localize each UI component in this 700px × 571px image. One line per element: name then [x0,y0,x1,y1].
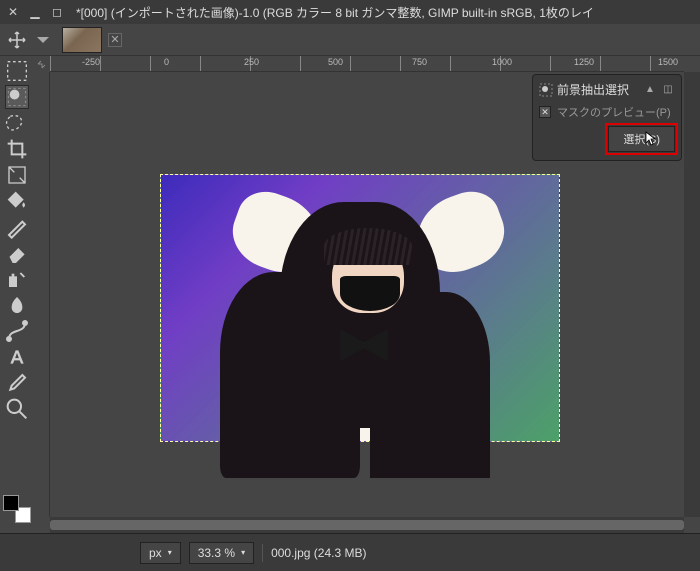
smudge-tool-icon[interactable] [5,293,29,317]
foreground-select-dialog: 前景抽出選択 ▲ ◫ ✕ マスクのプレビュー(P) 選択(S) [532,74,682,161]
move-tool-icon[interactable] [6,29,28,51]
color-picker-tool-icon[interactable] [5,371,29,395]
zoom-selector[interactable]: 33.3 % ▾ [189,542,254,564]
toolbox [0,56,34,533]
scrollbar-horizontal[interactable] [50,517,684,533]
dialog-collapse-icon[interactable]: ▲ [643,83,657,97]
eraser-tool-icon[interactable] [5,241,29,265]
rectangle-select-tool-icon[interactable] [5,59,29,83]
unit-selector[interactable]: px ▾ [140,542,181,564]
free-select-tool-icon[interactable] [5,111,29,135]
dialog-detach-icon[interactable]: ◫ [661,83,675,97]
close-tab-icon[interactable]: ✕ [108,33,122,47]
tab-bar: ✕ [0,24,700,56]
maximize-icon[interactable]: ◻ [50,5,64,19]
foreground-select-icon [539,83,553,97]
image-tab[interactable] [62,27,102,53]
chevron-down-icon: ▾ [241,548,245,557]
close-icon[interactable]: ✕ [6,5,20,19]
text-tool-icon[interactable] [5,345,29,369]
chevron-down-icon[interactable] [32,29,54,51]
statusbar: px ▾ 33.3 % ▾ 000.jpg (24.3 MB) [0,533,700,571]
foreground-color-swatch[interactable] [3,495,19,511]
paintbrush-tool-icon[interactable] [5,215,29,239]
image-content [161,175,559,441]
ruler-vertical[interactable] [34,72,50,517]
select-button[interactable]: 選択(S) [608,126,675,152]
file-info-label: 000.jpg (24.3 MB) [271,546,366,560]
titlebar: ✕ ▁ ◻ *[000] (インポートされた画像)-1.0 (RGB カラー 8… [0,0,700,24]
image-canvas[interactable] [160,174,560,442]
window-title: *[000] (インポートされた画像)-1.0 (RGB カラー 8 bit ガ… [76,4,594,21]
transform-tool-icon[interactable] [5,163,29,187]
preview-mask-label: マスクのプレビュー(P) [557,104,671,120]
ruler-horizontal[interactable]: -250 0 250 500 750 1000 1250 1500 [50,56,684,72]
chevron-down-icon: ▾ [168,548,172,557]
divider [262,544,263,562]
zoom-tool-icon[interactable] [5,397,29,421]
clone-tool-icon[interactable] [5,267,29,291]
minimize-icon[interactable]: ▁ [28,5,42,19]
bucket-fill-tool-icon[interactable] [5,189,29,213]
ruler-origin-icon[interactable] [34,56,50,72]
preview-mask-checkbox[interactable]: ✕ [539,106,551,118]
scrollbar-vertical[interactable] [684,72,700,517]
foreground-select-tool-icon[interactable] [5,85,29,109]
dialog-title: 前景抽出選択 [557,81,639,98]
crop-tool-icon[interactable] [5,137,29,161]
paths-tool-icon[interactable] [5,319,29,343]
color-swatches[interactable] [3,495,31,523]
